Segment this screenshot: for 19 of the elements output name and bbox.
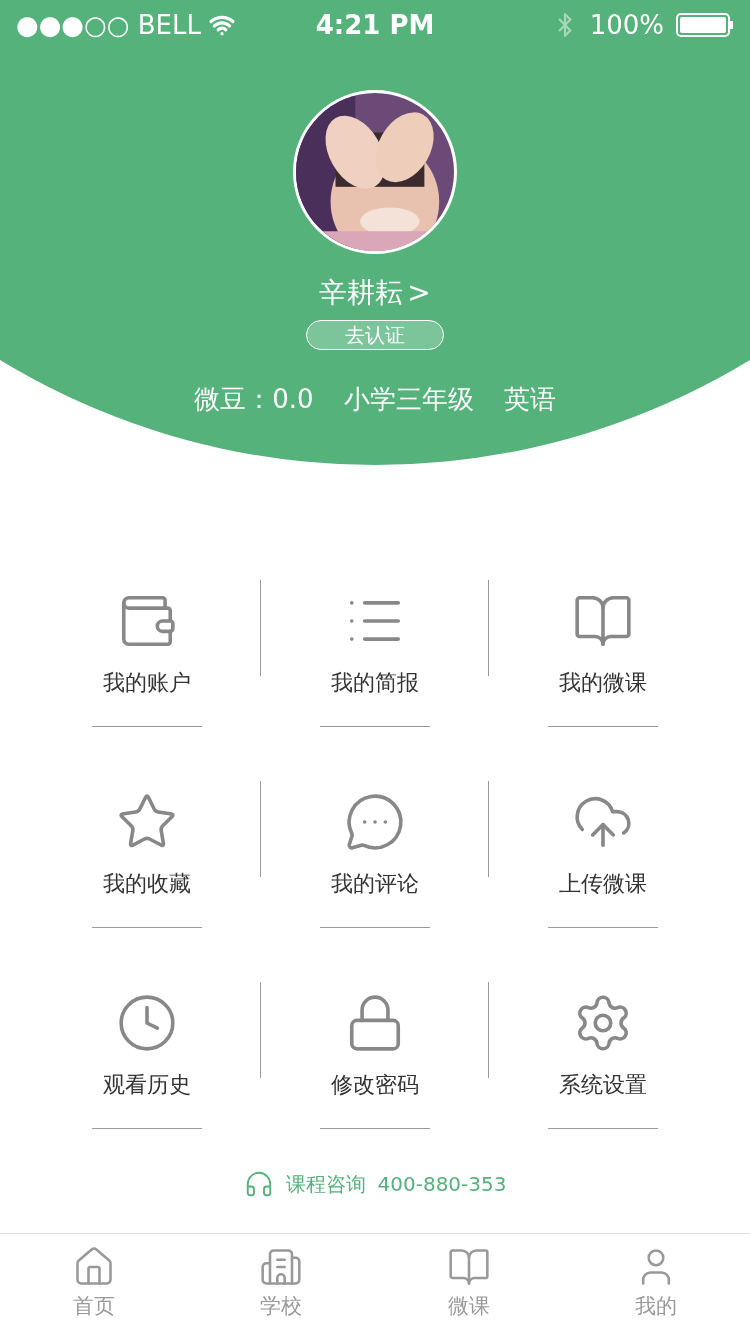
chat-bubble-icon: [344, 791, 406, 853]
clock-text: 4:21 PM: [315, 8, 435, 42]
menu-item[interactable]: 系统设置: [559, 992, 647, 1101]
battery-icon: [676, 13, 734, 37]
menu-item[interactable]: 我的简报: [331, 590, 419, 699]
consult-label: 课程咨询: [285, 1171, 366, 1198]
profile-stat: 英语: [503, 383, 556, 416]
menu-item[interactable]: 观看历史: [103, 992, 191, 1101]
profile-stat: 小学三年级: [343, 383, 474, 416]
menu-item[interactable]: 我的微课: [559, 590, 647, 699]
profile-stat: 微豆：0.0: [194, 383, 314, 416]
menu-item[interactable]: 修改密码: [331, 992, 419, 1101]
battery-text: 100%: [589, 8, 664, 42]
menu-item[interactable]: 我的评论: [331, 791, 419, 900]
menu-item[interactable]: 上传微课: [559, 791, 647, 900]
menu-item[interactable]: 我的收藏: [103, 791, 191, 900]
carrier-text: ●●●○○ BELL: [16, 8, 201, 42]
clock-icon: [116, 992, 178, 1054]
menu-item[interactable]: 我的账户: [103, 590, 191, 699]
